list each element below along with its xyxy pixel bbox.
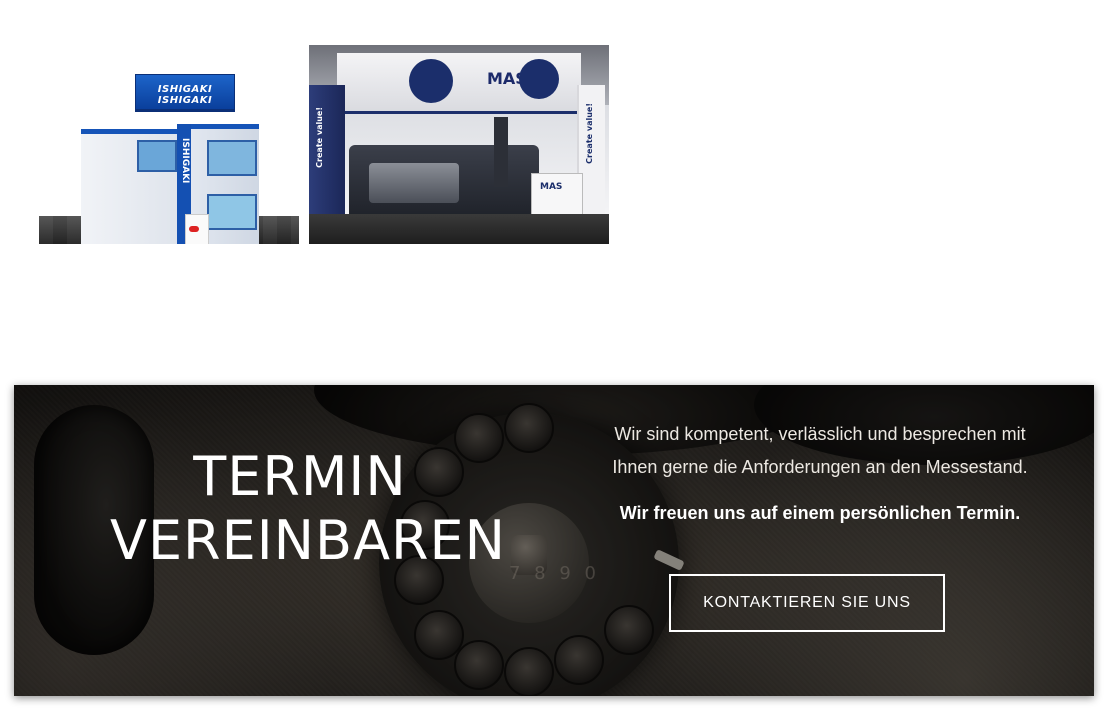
cta-heading: TERMIN VEREINBAREN	[110, 445, 507, 573]
hall-floor	[309, 214, 609, 244]
booth-screen	[137, 140, 177, 172]
cta-heading-line-2: VEREINBAREN	[110, 509, 507, 572]
contact-us-button[interactable]: KONTAKTIEREN SIE UNS	[669, 574, 945, 632]
booth-round-sign	[409, 59, 453, 103]
hanging-sign-text: ISHIGAKI ISHIGAKI	[157, 84, 213, 106]
booth-left-panel: Create value!	[309, 85, 345, 225]
cta-heading-line-1: TERMIN	[193, 445, 407, 508]
gallery-image-mas-booth[interactable]: MAS Create value! Create value! MAS	[309, 45, 609, 244]
appointment-cta-banner: 7 8 9 0 TERMIN VEREINBAREN Wir sind komp…	[14, 385, 1094, 696]
booth-screen	[207, 194, 257, 230]
machine-body	[369, 163, 459, 203]
pillar-brand-text: ISHIGAKI	[180, 138, 190, 184]
counter-brand-text: MAS	[540, 182, 563, 192]
machine-arm	[494, 117, 508, 187]
left-panel-text: Create value!	[315, 107, 324, 168]
cta-description: Wir sind kompetent, verlässlich und besp…	[612, 424, 1028, 477]
booth-logo-mark	[189, 226, 199, 232]
right-panel-text: Create value!	[585, 103, 594, 164]
gallery-image-ishigaki-booth[interactable]: ISHIGAKI ISHIGAKI ISHIGAKI	[39, 44, 299, 244]
booth-screen	[207, 140, 257, 176]
cta-emphasis-text: Wir freuen uns auf einem persönlichen Te…	[619, 503, 1021, 523]
booth-round-sign	[519, 59, 559, 99]
booth-hanging-sign: ISHIGAKI ISHIGAKI	[135, 74, 235, 110]
reception-counter: MAS	[531, 173, 583, 217]
